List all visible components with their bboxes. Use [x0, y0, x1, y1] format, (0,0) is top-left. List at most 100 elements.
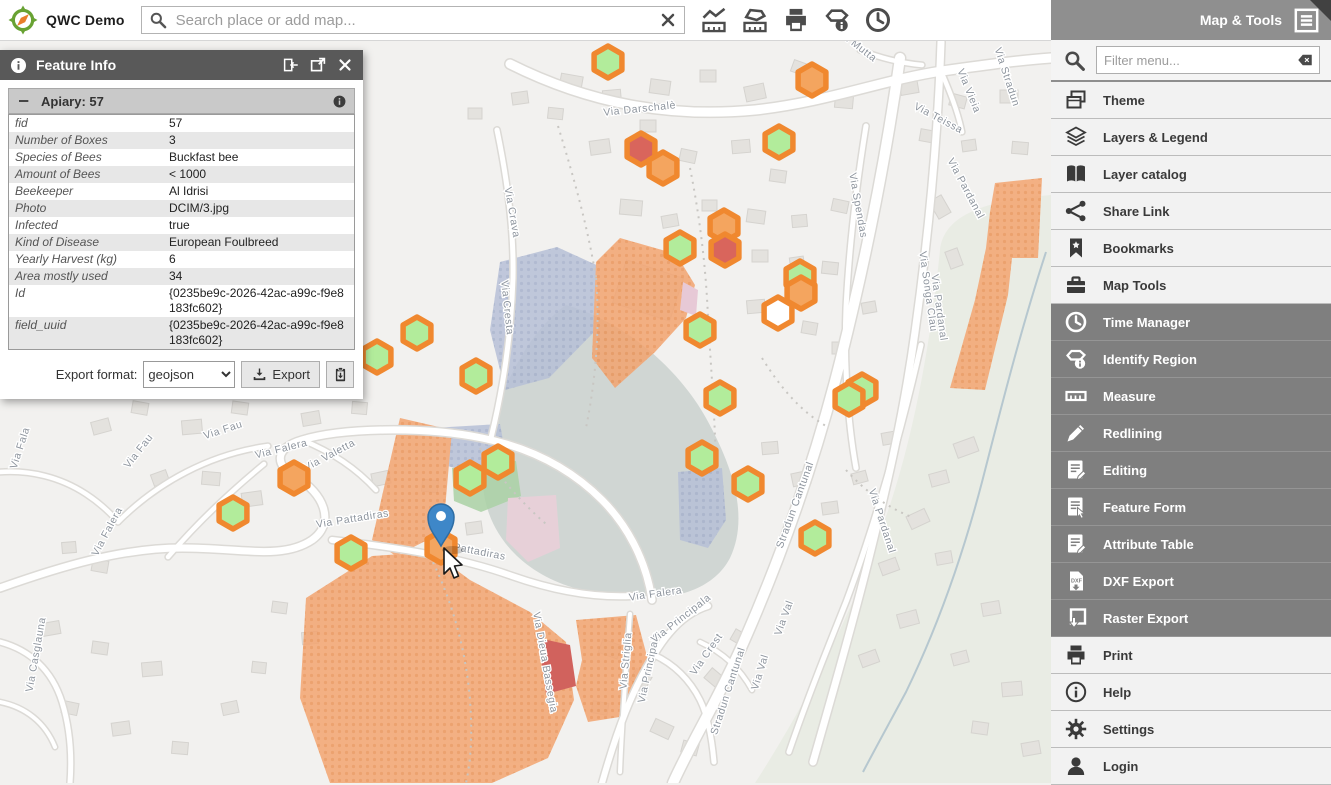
- sidebar-menu: Theme Layers & Legend Layer catalog Share L…: [1051, 82, 1331, 785]
- apiary-marker[interactable]: [462, 360, 490, 392]
- time-manager-icon[interactable]: [864, 6, 892, 34]
- maptools-icon: [1064, 273, 1088, 297]
- apiary-marker[interactable]: [734, 468, 762, 500]
- sidebar-item-time-manager[interactable]: Time Manager: [1051, 304, 1331, 341]
- catalog-icon: [1064, 162, 1088, 186]
- attribute-row: Area mostly used34: [9, 268, 355, 285]
- attribute-value: 34: [163, 268, 355, 285]
- theme-icon: [1064, 88, 1088, 112]
- time-icon: [1064, 310, 1088, 334]
- apiary-marker[interactable]: [666, 232, 694, 264]
- info-icon: [9, 56, 28, 75]
- apiary-marker[interactable]: [363, 341, 391, 373]
- sidebar-item-attribute-table[interactable]: Attribute Table: [1051, 526, 1331, 563]
- attribute-row: Amount of Bees< 1000: [9, 166, 355, 183]
- apiary-marker[interactable]: [219, 497, 247, 529]
- apiary-marker[interactable]: [706, 382, 734, 414]
- sidebar-item-print[interactable]: Print: [1051, 637, 1331, 674]
- attribute-value: Al Idrisi: [163, 183, 355, 200]
- close-icon[interactable]: [336, 56, 354, 74]
- filter-input-wrap[interactable]: [1096, 46, 1320, 74]
- attribute-row: fid57: [9, 115, 355, 133]
- copy-clipboard-button[interactable]: [326, 361, 354, 388]
- dxf-icon: DXF: [1064, 569, 1088, 593]
- feature-info-circle-icon[interactable]: [332, 94, 347, 109]
- search-clear-icon[interactable]: [658, 10, 678, 30]
- sidebar-item-label: Layers & Legend: [1103, 130, 1208, 145]
- sidebar-item-theme[interactable]: Theme: [1051, 82, 1331, 119]
- apiary-marker[interactable]: [688, 442, 716, 474]
- sidebar: Map & Tools ThemeLayers & LegendLayer ca…: [1051, 0, 1331, 783]
- apiary-marker[interactable]: [801, 522, 829, 554]
- app-title: QWC Demo: [46, 12, 125, 28]
- sidebar-item-login[interactable]: Login: [1051, 748, 1331, 785]
- attribute-value: DCIM/3.jpg: [163, 200, 355, 217]
- apiary-marker[interactable]: [765, 126, 793, 158]
- sidebar-item-map-tools[interactable]: Map Tools: [1051, 267, 1331, 304]
- sidebar-item-bookmarks[interactable]: Bookmarks: [1051, 230, 1331, 267]
- sidebar-item-layers-legend[interactable]: Layers & Legend: [1051, 119, 1331, 156]
- sidebar-item-label: Settings: [1103, 722, 1154, 737]
- measure-line-icon[interactable]: [700, 6, 728, 34]
- apiary-marker[interactable]: [764, 297, 792, 329]
- sidebar-item-share-link[interactable]: Share Link: [1051, 193, 1331, 230]
- sidebar-item-feature-form[interactable]: Feature Form: [1051, 489, 1331, 526]
- backspace-clear-icon[interactable]: [1296, 51, 1314, 69]
- dock-icon[interactable]: [282, 56, 300, 74]
- sidebar-item-editing[interactable]: Editing: [1051, 452, 1331, 489]
- attrtable-icon: [1064, 532, 1088, 556]
- search-box[interactable]: [141, 6, 685, 34]
- apiary-marker[interactable]: [649, 152, 677, 184]
- export-format-select[interactable]: geojson: [143, 361, 235, 388]
- filter-menu-input[interactable]: [1097, 52, 1296, 69]
- attribute-row: Yearly Harvest (kg)6: [9, 251, 355, 268]
- sidebar-item-label: Layer catalog: [1103, 167, 1187, 182]
- search-input[interactable]: [174, 11, 652, 30]
- sidebar-item-label: Raster Export: [1103, 611, 1188, 626]
- collapse-minus-icon[interactable]: [16, 93, 32, 109]
- attribute-value: European Foulbreed: [163, 234, 355, 251]
- sidebar-item-label: Feature Form: [1103, 500, 1186, 515]
- editing-icon: [1064, 458, 1088, 482]
- feature-info-body: Apiary: 57 fid57Number of Boxes3Species …: [0, 80, 363, 399]
- search-icon: [148, 10, 168, 30]
- identify-region-icon[interactable]: [823, 6, 851, 34]
- featureform-icon: [1064, 495, 1088, 519]
- sidebar-item-label: Editing: [1103, 463, 1147, 478]
- apiary-marker[interactable]: [337, 537, 365, 569]
- sidebar-item-label: Identify Region: [1103, 352, 1197, 367]
- export-button[interactable]: Export: [241, 361, 320, 388]
- apiary-marker[interactable]: [835, 383, 863, 415]
- sidebar-item-label: Share Link: [1103, 204, 1169, 219]
- sidebar-item-identify-region[interactable]: Identify Region: [1051, 341, 1331, 378]
- sidebar-item-dxf-export[interactable]: DXF DXF Export: [1051, 563, 1331, 600]
- measure-area-icon[interactable]: [741, 6, 769, 34]
- sidebar-item-label: DXF Export: [1103, 574, 1174, 589]
- print-icon[interactable]: [782, 6, 810, 34]
- topbar-tools: [700, 6, 892, 34]
- apiary-marker[interactable]: [484, 446, 512, 478]
- attribute-label: Infected: [9, 217, 164, 234]
- feature-info-header[interactable]: Feature Info: [0, 50, 363, 80]
- apiary-marker[interactable]: [686, 314, 714, 346]
- apiary-marker[interactable]: [711, 234, 739, 266]
- new-window-icon[interactable]: [309, 56, 327, 74]
- sidebar-filter-row: [1051, 40, 1331, 82]
- sidebar-item-measure[interactable]: Measure: [1051, 378, 1331, 415]
- attribute-label: fid: [9, 115, 164, 133]
- sidebar-item-settings[interactable]: Settings: [1051, 711, 1331, 748]
- panel-header-buttons: [282, 56, 354, 74]
- apiary-marker[interactable]: [280, 462, 308, 494]
- sidebar-item-layer-catalog[interactable]: Layer catalog: [1051, 156, 1331, 193]
- apiary-marker[interactable]: [594, 46, 622, 78]
- sidebar-item-help[interactable]: Help: [1051, 674, 1331, 711]
- feature-section-header[interactable]: Apiary: 57: [8, 88, 355, 114]
- layers-icon: [1064, 125, 1088, 149]
- print-icon: [1064, 643, 1088, 667]
- sidebar-item-raster-export[interactable]: Raster Export: [1051, 600, 1331, 637]
- apiary-marker[interactable]: [403, 317, 431, 349]
- attribute-row: Number of Boxes3: [9, 132, 355, 149]
- apiary-marker[interactable]: [798, 64, 826, 96]
- apiary-marker[interactable]: [456, 462, 484, 494]
- sidebar-item-redlining[interactable]: Redlining: [1051, 415, 1331, 452]
